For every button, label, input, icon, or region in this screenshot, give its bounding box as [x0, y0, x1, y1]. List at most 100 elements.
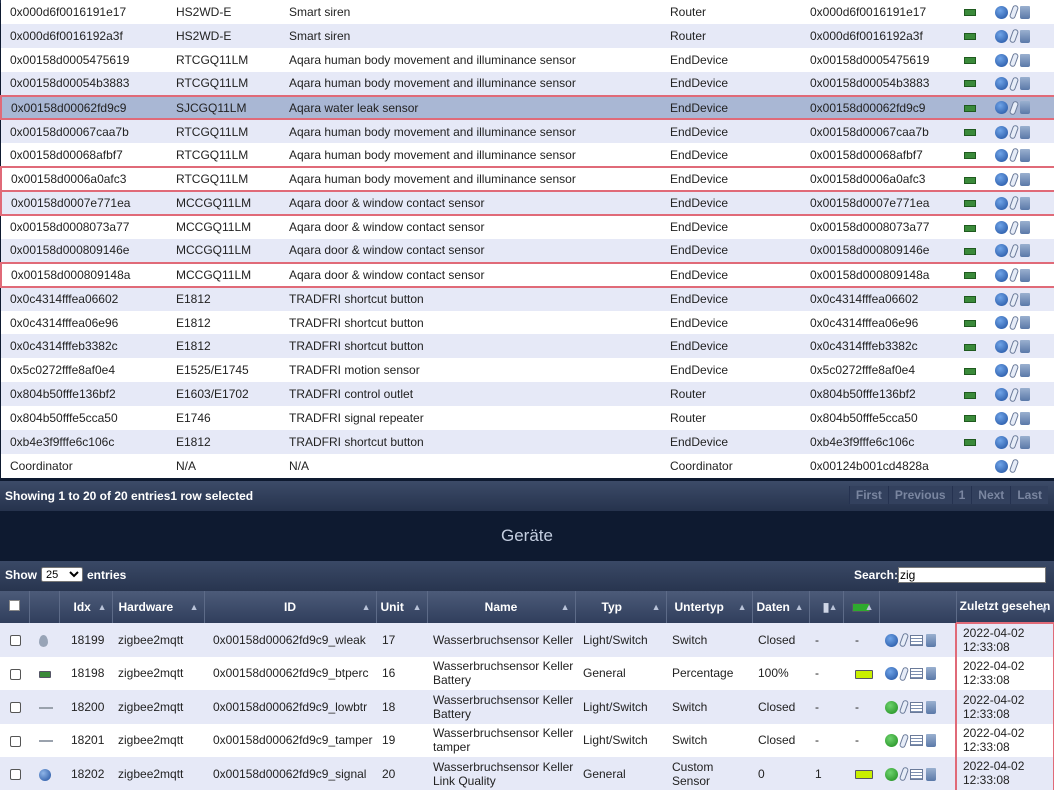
zigbee-row[interactable]: 0xb4e3f9fffe6c106c E1812 TRADFRI shortcut …	[1, 430, 1054, 454]
edit-icon[interactable]	[1008, 458, 1020, 474]
row-checkbox[interactable]	[10, 769, 21, 781]
delete-icon[interactable]	[1020, 316, 1030, 330]
page-size-select[interactable]: 25	[41, 567, 83, 582]
delete-icon[interactable]	[1020, 293, 1030, 307]
edit-icon[interactable]	[1008, 147, 1020, 163]
zigbee-row[interactable]: 0x00158d00062fd9c9 SJCGQ11LM Aqara water l…	[0, 94, 1054, 121]
log-icon[interactable]	[910, 768, 923, 780]
log-icon[interactable]	[910, 735, 923, 747]
edit-icon[interactable]	[1008, 171, 1020, 188]
select-all-header[interactable]	[0, 591, 30, 623]
delete-icon[interactable]	[1020, 173, 1030, 187]
refresh-icon[interactable]	[995, 5, 1008, 19]
select-cell[interactable]	[0, 656, 29, 690]
zigbee-row[interactable]: 0x00158d00067caa7b RTCGQ11LM Aqara human b…	[1, 119, 1054, 144]
next-page-button[interactable]: Next	[971, 486, 1011, 504]
edit-icon[interactable]	[1008, 315, 1020, 331]
edit-icon[interactable]	[1008, 100, 1020, 116]
zigbee-row[interactable]: 0x00158d0008073a77 MCCGQ11LM Aqara door & …	[1, 215, 1054, 239]
delete-icon[interactable]	[1020, 412, 1030, 425]
forward-arrow-icon[interactable]	[885, 734, 898, 748]
delete-icon[interactable]	[1020, 221, 1030, 235]
delete-icon[interactable]	[926, 734, 936, 748]
idx-header[interactable]: Idx ▲	[59, 591, 113, 623]
back-arrow-icon[interactable]	[885, 633, 898, 647]
name-header[interactable]: Name ▲	[427, 591, 576, 623]
edit-icon[interactable]	[1008, 387, 1020, 403]
row-checkbox[interactable]	[10, 735, 21, 747]
refresh-icon[interactable]	[995, 244, 1008, 258]
select-cell[interactable]	[0, 757, 29, 790]
device-row[interactable]: 18199 zigbee2mqtt 0x00158d00062fd9c9_wleak…	[0, 622, 1054, 657]
refresh-icon[interactable]	[995, 388, 1008, 402]
unit-header[interactable]: Unit ▲	[376, 591, 428, 623]
zigbee-row[interactable]: 0x0c4314fffeb3382c E1812 TRADFRI shortcut …	[1, 334, 1054, 359]
delete-icon[interactable]	[926, 700, 936, 714]
edit-icon[interactable]	[1008, 339, 1020, 355]
refresh-icon[interactable]	[995, 221, 1008, 235]
daten-header[interactable]: Daten ▲	[752, 591, 810, 623]
last-seen-header[interactable]: Zuletzt gesehen ▼	[956, 591, 1054, 623]
edit-icon[interactable]	[1008, 434, 1020, 450]
typ-header[interactable]: Typ ▲	[575, 591, 667, 623]
edit-icon[interactable]	[1008, 291, 1020, 308]
edit-icon[interactable]	[1008, 267, 1020, 283]
edit-icon[interactable]	[898, 699, 910, 715]
zigbee-row[interactable]: 0x804b50fffe5cca50 E1746 TRADFRI signal re…	[1, 406, 1054, 431]
delete-icon[interactable]	[1020, 388, 1030, 402]
refresh-icon[interactable]	[995, 459, 1008, 473]
zigbee-row[interactable]: 0x00158d000809148a MCCGQ11LM Aqara door & …	[0, 261, 1054, 288]
zigbee-row[interactable]: 0x0c4314fffea06602 E1812 TRADFRI shortcut …	[1, 286, 1054, 311]
zigbee-row[interactable]: 0x00158d0005475619 RTCGQ11LM Aqara human b…	[1, 47, 1054, 72]
row-checkbox[interactable]	[10, 668, 21, 680]
refresh-icon[interactable]	[995, 316, 1008, 330]
refresh-icon[interactable]	[995, 340, 1008, 354]
delete-icon[interactable]	[1020, 364, 1030, 378]
refresh-icon[interactable]	[995, 293, 1008, 307]
zigbee-row[interactable]: 0x00158d000809146e MCCGQ11LM Aqara door & …	[1, 238, 1054, 263]
log-icon[interactable]	[910, 668, 923, 680]
zigbee-row[interactable]: 0x804b50fffe136bf2 E1603/E1702 TRADFRI con…	[1, 382, 1054, 407]
refresh-icon[interactable]	[995, 364, 1008, 378]
edit-icon[interactable]	[898, 733, 910, 749]
refresh-icon[interactable]	[995, 125, 1008, 139]
zigbee-row[interactable]: 0x5c0272fffe8af0e4 E1525/E1745 TRADFRI mot…	[1, 358, 1054, 383]
device-row[interactable]: 18202 zigbee2mqtt 0x00158d00062fd9c9_signa…	[0, 757, 1054, 790]
refresh-icon[interactable]	[995, 53, 1008, 67]
zigbee-row[interactable]: 0x00158d00054b3883 RTCGQ11LM Aqara human b…	[1, 71, 1054, 96]
delete-icon[interactable]	[926, 633, 936, 647]
edit-icon[interactable]	[1008, 4, 1020, 20]
zigbee-row[interactable]: 0x000d6f0016191e17 HS2WD-E Smart siren Rout…	[1, 0, 1054, 24]
battery-header[interactable]: ▲	[843, 591, 880, 623]
edit-icon[interactable]	[1008, 28, 1020, 44]
row-checkbox[interactable]	[10, 635, 21, 647]
refresh-icon[interactable]	[995, 29, 1008, 43]
edit-icon[interactable]	[1008, 410, 1020, 427]
refresh-icon[interactable]	[995, 412, 1008, 425]
delete-icon[interactable]	[1020, 29, 1030, 43]
edit-icon[interactable]	[898, 766, 910, 782]
refresh-icon[interactable]	[995, 268, 1008, 282]
back-arrow-icon[interactable]	[885, 667, 898, 681]
refresh-icon[interactable]	[995, 101, 1008, 115]
log-icon[interactable]	[910, 634, 923, 646]
device-row[interactable]: 18201 zigbee2mqtt 0x00158d00062fd9c9_tampe…	[0, 723, 1054, 757]
zigbee-row[interactable]: 0x00158d00068afbf7 RTCGQ11LM Aqara human b…	[1, 143, 1054, 168]
delete-icon[interactable]	[1020, 53, 1030, 67]
delete-icon[interactable]	[1020, 101, 1030, 115]
edit-icon[interactable]	[898, 666, 910, 682]
signal-header[interactable]: ▮ ▲	[809, 591, 844, 623]
delete-icon[interactable]	[926, 667, 936, 681]
id-header[interactable]: ID ▲	[204, 591, 377, 623]
delete-icon[interactable]	[1020, 435, 1030, 449]
first-page-button[interactable]: First	[848, 486, 888, 504]
device-row[interactable]: 18198 zigbee2mqtt 0x00158d00062fd9c9_btper…	[0, 656, 1054, 690]
refresh-icon[interactable]	[995, 196, 1008, 210]
edit-icon[interactable]	[1008, 363, 1020, 379]
edit-icon[interactable]	[1008, 52, 1020, 68]
delete-icon[interactable]	[1020, 244, 1030, 258]
zigbee-row[interactable]: Coordinator N/A N/A Coordinator 0x00124b001c…	[1, 453, 1054, 478]
refresh-icon[interactable]	[995, 77, 1008, 91]
forward-arrow-icon[interactable]	[885, 767, 898, 781]
edit-icon[interactable]	[1008, 124, 1020, 140]
